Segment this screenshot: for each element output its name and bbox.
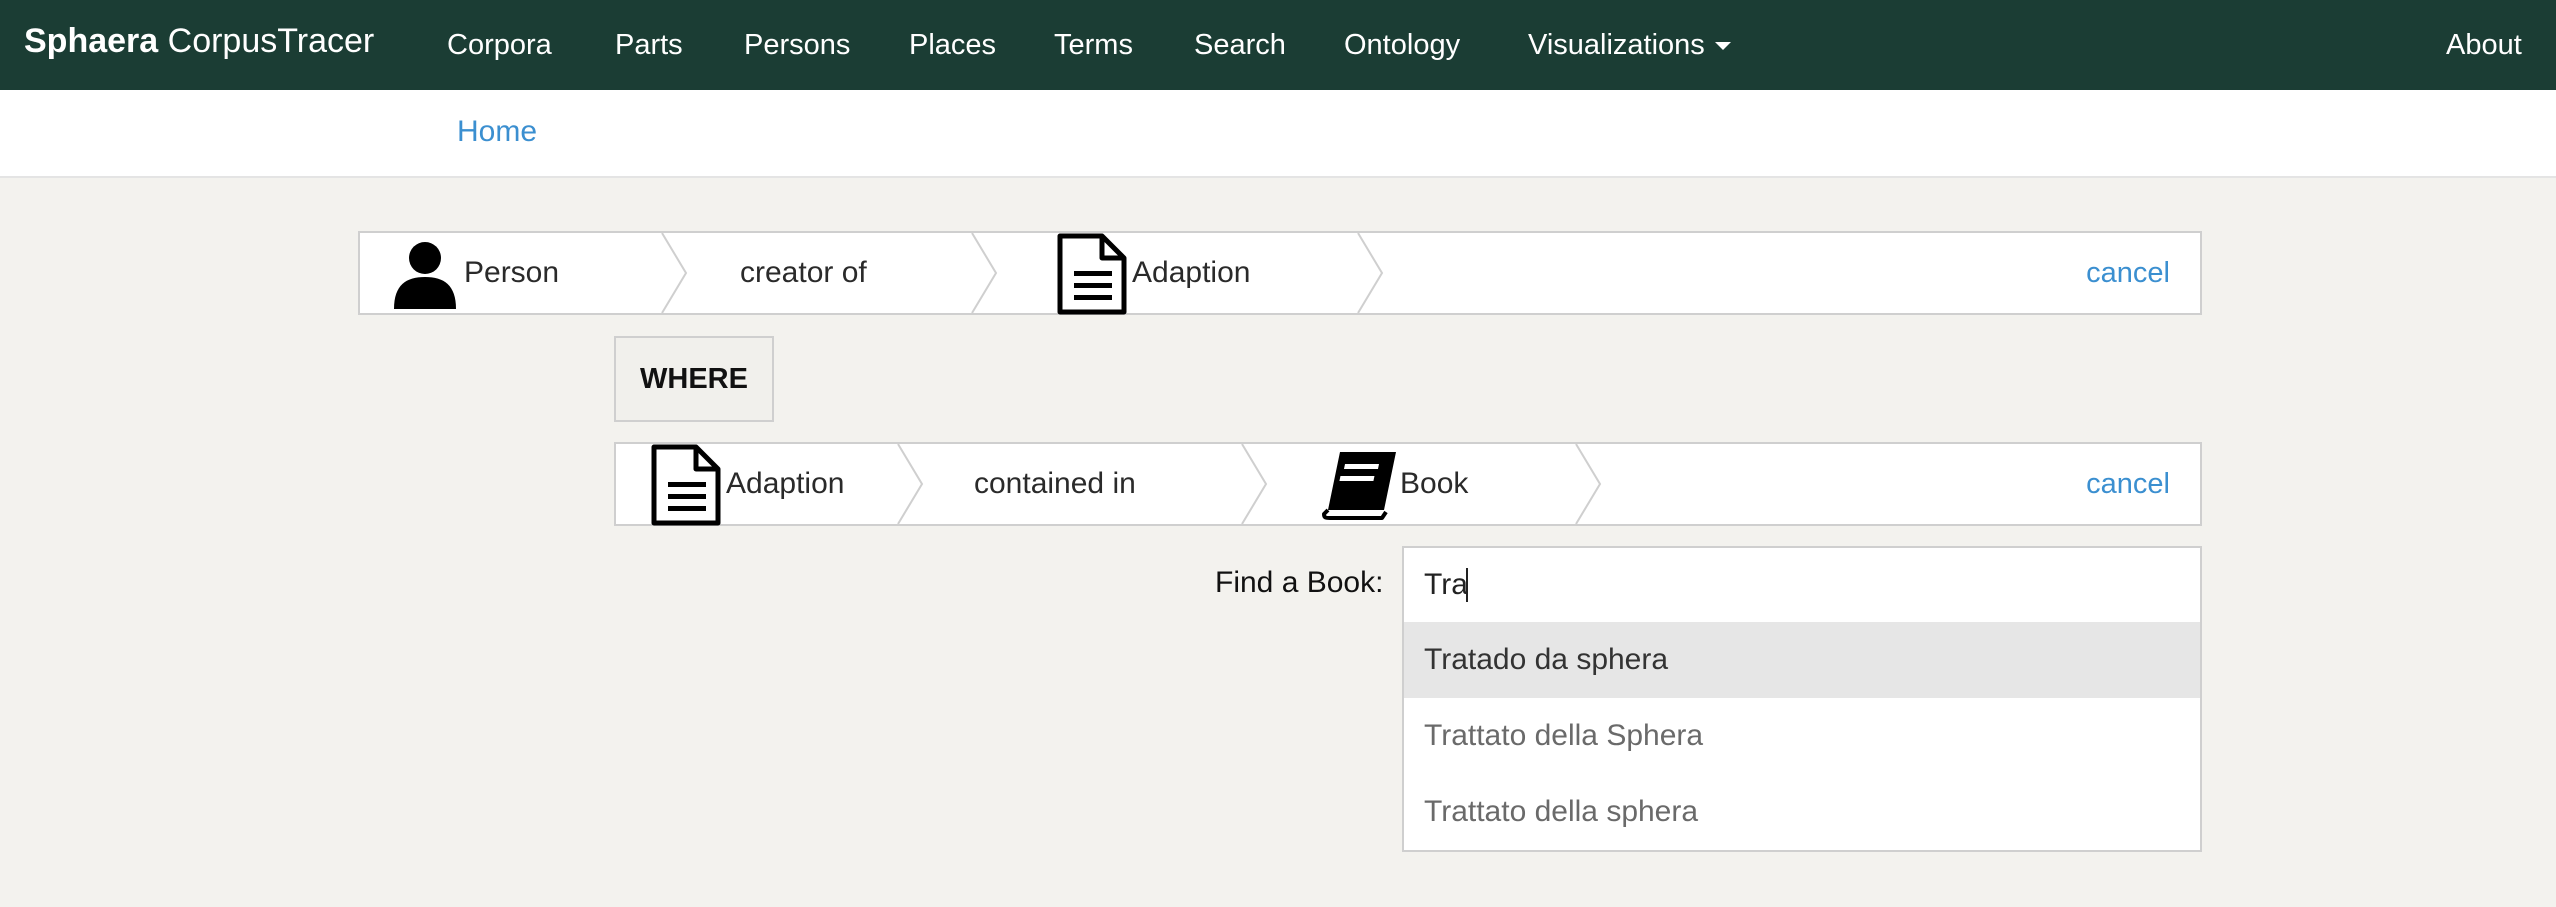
nav-item-persons[interactable]: Persons	[744, 26, 850, 64]
breadcrumb: Home	[0, 90, 2556, 178]
nav-item-about[interactable]: About	[2446, 26, 2522, 64]
query-object-adaption[interactable]: Adaption	[1132, 253, 1250, 293]
chevron-separator	[661, 233, 688, 313]
nav-item-visualizations-label: Visualizations	[1528, 29, 1705, 61]
top-navbar: Sphaera CorpusTracer Corpora Parts Perso…	[0, 0, 2556, 90]
nav-item-places[interactable]: Places	[909, 26, 996, 64]
where-clause-label: WHERE	[614, 336, 774, 422]
document-icon	[651, 444, 721, 526]
chevron-separator	[1357, 233, 1384, 313]
breadcrumb-home-link[interactable]: Home	[457, 113, 537, 151]
chevron-separator	[1241, 444, 1268, 524]
nav-item-search[interactable]: Search	[1194, 26, 1286, 64]
autocomplete-option[interactable]: Tratado da sphera	[1404, 622, 2200, 698]
nav-item-parts[interactable]: Parts	[615, 26, 683, 64]
find-book-input[interactable]	[1402, 546, 2202, 624]
chevron-separator	[971, 233, 998, 313]
nav-item-visualizations[interactable]: Visualizations	[1528, 26, 1731, 64]
document-icon	[1057, 233, 1127, 315]
query-relation-contained-in[interactable]: contained in	[974, 464, 1136, 504]
brand-primary: Sphaera	[24, 22, 159, 60]
cancel-link[interactable]: cancel	[2086, 253, 2170, 293]
chevron-separator	[1575, 444, 1602, 524]
query-subject-person[interactable]: Person	[464, 253, 559, 293]
query-relation-creator-of[interactable]: creator of	[740, 253, 867, 293]
autocomplete-option[interactable]: Trattato della sphera	[1404, 774, 2200, 850]
chevron-separator	[897, 444, 924, 524]
text-cursor	[1466, 568, 1468, 602]
nav-item-ontology[interactable]: Ontology	[1344, 26, 1460, 64]
book-icon	[1322, 452, 1396, 520]
query-object-book[interactable]: Book	[1400, 464, 1468, 504]
cancel-link[interactable]: cancel	[2086, 464, 2170, 504]
autocomplete-option[interactable]: Trattato della Sphera	[1404, 698, 2200, 774]
autocomplete-dropdown: Tratado da sphera Trattato della Sphera …	[1402, 622, 2202, 852]
nav-item-terms[interactable]: Terms	[1054, 26, 1133, 64]
brand-secondary: CorpusTracer	[167, 22, 375, 60]
caret-down-icon	[1714, 42, 1731, 51]
query-subject-adaption[interactable]: Adaption	[726, 464, 844, 504]
query-row-1: Person creator of Adaption cancel	[358, 231, 2202, 315]
nav-item-corpora[interactable]: Corpora	[447, 26, 552, 64]
find-book-label: Find a Book:	[1215, 566, 1384, 599]
brand-logo[interactable]: Sphaera CorpusTracer	[24, 20, 374, 62]
query-row-2: Adaption contained in Book cancel	[614, 442, 2202, 526]
person-icon	[394, 242, 456, 309]
